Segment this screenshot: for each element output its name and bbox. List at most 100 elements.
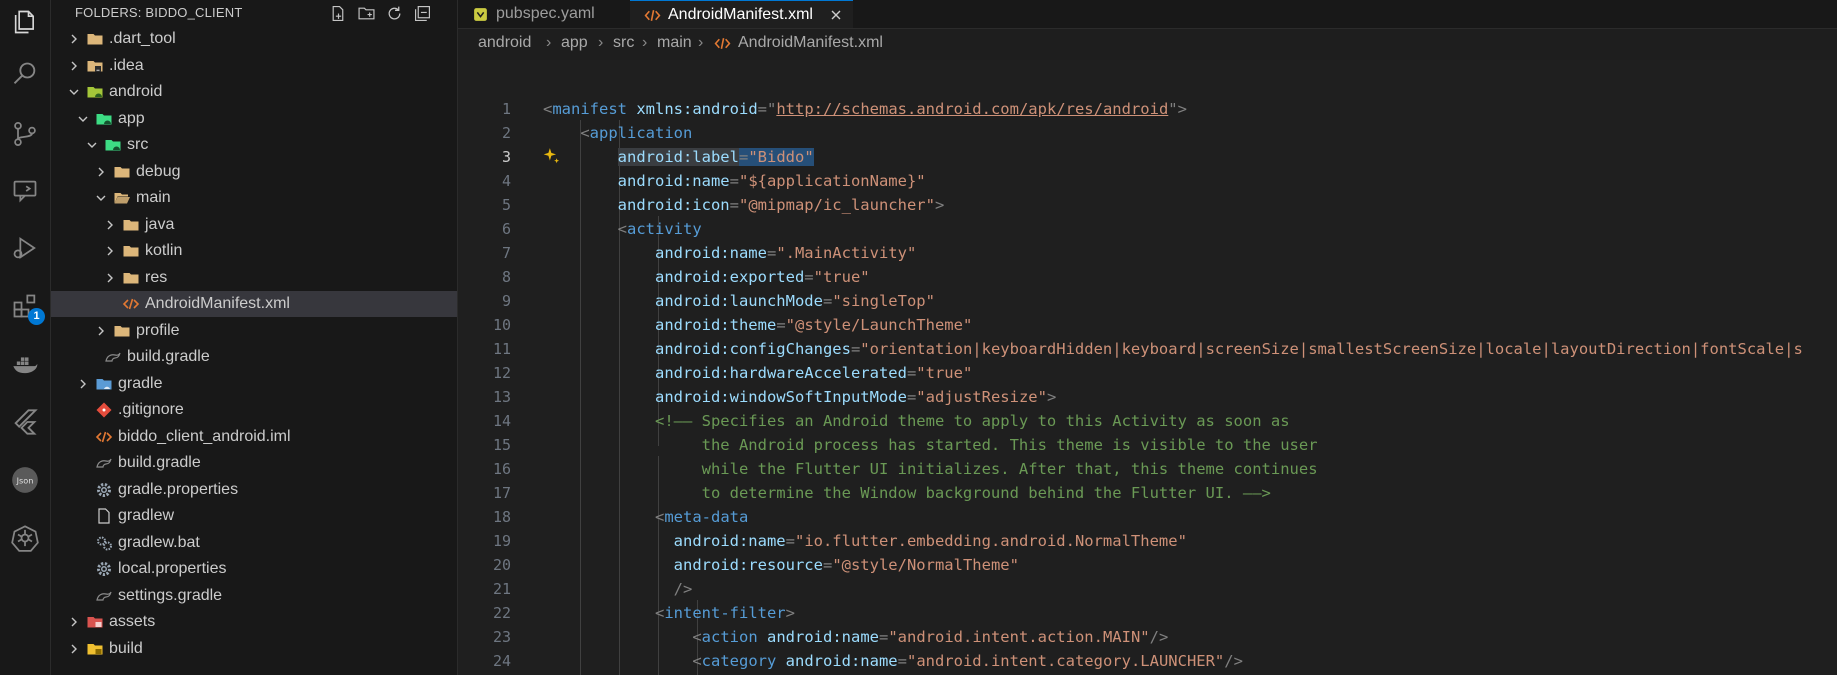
chevron-right-icon[interactable]: [102, 265, 118, 291]
line-number: 20: [492, 556, 511, 574]
chevron-down-icon[interactable]: [93, 185, 109, 211]
chevron-right-icon[interactable]: [66, 53, 82, 79]
folder-icon: [122, 242, 140, 260]
chevron-right-icon[interactable]: [102, 212, 118, 238]
tree-item-build-gradle[interactable]: build.gradle: [51, 450, 457, 476]
chevron-right-icon: ›: [546, 34, 552, 51]
tree-item-profile[interactable]: profile: [51, 318, 457, 344]
tree-item-biddo-client-android-iml[interactable]: biddo_client_android.iml: [51, 424, 457, 450]
tree-item-dart-tool[interactable]: .dart_tool: [51, 26, 457, 52]
code-line-22: <intent-filter>: [654, 604, 795, 622]
line-number: 16: [492, 460, 511, 478]
breadcrumb-item-file[interactable]: AndroidManifest.xml: [721, 30, 883, 56]
tree-item-label: gradle: [118, 374, 163, 392]
tab-pubspec-yaml[interactable]: pubspec.yaml: [458, 0, 631, 28]
editor-tab-bar: pubspec.yaml AndroidManifest.xml: [458, 0, 1837, 29]
docker-icon[interactable]: [5, 345, 45, 385]
tree-item-res[interactable]: res: [51, 265, 457, 291]
line-number: 19: [492, 532, 511, 550]
chevron-right-icon[interactable]: [66, 636, 82, 662]
folder-open-icon: [113, 189, 131, 207]
gradle-icon: [95, 587, 113, 605]
chevron-right-icon: ›: [598, 34, 604, 51]
tab-androidmanifest-xml[interactable]: AndroidManifest.xml: [630, 0, 853, 28]
tree-item-app-build-gradle[interactable]: build.gradle: [51, 344, 457, 370]
new-folder-icon[interactable]: [355, 2, 377, 24]
explorer-sidebar: FOLDERS: BIDDO_CLIENT .dart_tool .idea and…: [51, 0, 458, 675]
tree-item-gradlew[interactable]: gradlew: [51, 503, 457, 529]
chevron-down-icon[interactable]: [66, 79, 82, 105]
search-icon[interactable]: [5, 54, 45, 94]
folder-gradle-icon: [95, 375, 113, 393]
tree-item-gradle[interactable]: gradle: [51, 371, 457, 397]
code-line-23: <action android:name="android.intent.act…: [692, 628, 1169, 646]
tree-item-android[interactable]: android: [51, 79, 457, 105]
tree-item-assets[interactable]: assets: [51, 609, 457, 635]
extensions-icon[interactable]: 1: [5, 286, 45, 326]
gears-icon: [95, 534, 113, 552]
tree-item-build[interactable]: build: [51, 636, 457, 662]
tree-item-gradlew-bat[interactable]: gradlew.bat: [51, 530, 457, 556]
json-icon[interactable]: Json: [5, 460, 45, 500]
chevron-right-icon[interactable]: [66, 609, 82, 635]
tree-item-src[interactable]: src: [51, 132, 457, 158]
tree-item-label: .dart_tool: [109, 30, 176, 47]
tree-item-debug[interactable]: debug: [51, 159, 457, 185]
tree-item-label: app: [118, 109, 145, 127]
gradle-icon: [95, 454, 113, 472]
tree-item-local-properties[interactable]: local.properties: [51, 556, 457, 582]
tree-item-settings-gradle[interactable]: settings.gradle: [51, 583, 457, 609]
code-line-9: android:launchMode="singleTop": [654, 292, 935, 310]
new-file-icon[interactable]: [327, 2, 349, 24]
folder-src-icon: [104, 136, 122, 154]
breadcrumb-item-android[interactable]: android: [478, 30, 531, 56]
tree-item-label: kotlin: [145, 242, 183, 259]
run-debug-icon[interactable]: [5, 228, 45, 268]
source-control-icon[interactable]: [5, 114, 45, 154]
line-number: 11: [492, 340, 511, 358]
tree-item-androidmanifest-xml[interactable]: AndroidManifest.xml: [51, 291, 457, 317]
breadcrumb-item-src[interactable]: src: [613, 30, 634, 56]
close-icon[interactable]: [829, 8, 843, 22]
tree-item-label: build.gradle: [118, 454, 201, 471]
tree-item-main[interactable]: main: [51, 185, 457, 211]
line-number: 23: [492, 628, 511, 646]
explorer-icon[interactable]: [5, 2, 45, 42]
line-number: 3: [501, 148, 511, 166]
tree-item-idea[interactable]: .idea: [51, 53, 457, 79]
code-line-17: to determine the Window background behin…: [701, 484, 1271, 502]
gradle-icon: [104, 348, 122, 366]
chevron-down-icon[interactable]: [84, 132, 100, 158]
remote-explorer-icon[interactable]: [5, 171, 45, 211]
chevron-right-icon[interactable]: [93, 318, 109, 344]
chevron-right-icon[interactable]: [93, 159, 109, 185]
tree-item-java[interactable]: java: [51, 212, 457, 238]
kubernetes-icon[interactable]: [5, 518, 45, 558]
flutter-icon[interactable]: [5, 402, 45, 442]
chevron-right-icon[interactable]: [102, 238, 118, 264]
tree-item-label: main: [136, 189, 171, 206]
tree-item-kotlin[interactable]: kotlin: [51, 238, 457, 264]
breadcrumb-item-app[interactable]: app: [561, 30, 588, 56]
line-number: 9: [501, 292, 511, 310]
folder-icon: [113, 322, 131, 340]
refresh-icon[interactable]: [383, 2, 405, 24]
folder-build-icon: [86, 640, 104, 658]
folder-icon: [122, 216, 140, 234]
tree-item-label: .idea: [109, 56, 144, 74]
breadcrumb-item-main[interactable]: main: [657, 30, 692, 56]
chevron-down-icon[interactable]: [75, 106, 91, 132]
chevron-right-icon: ›: [698, 34, 704, 51]
tree-item-gitignore[interactable]: .gitignore: [51, 397, 457, 423]
collapse-all-icon[interactable]: [411, 2, 433, 24]
code-editor[interactable]: 1 2 3 4 5 6 7 8 9 10 11 12 13 14 15 16 17 18 19 20 21 22 23 24 …: [458, 60, 1837, 675]
folder-android-icon: [86, 83, 104, 101]
chevron-right-icon[interactable]: [75, 371, 91, 397]
sidebar-header: FOLDERS: BIDDO_CLIENT: [51, 0, 457, 26]
line-number: 2: [501, 124, 511, 142]
chevron-right-icon[interactable]: [66, 26, 82, 52]
tree-item-app[interactable]: app: [51, 106, 457, 132]
activity-bar: 1 Json: [0, 0, 51, 675]
line-number: 8: [501, 268, 511, 286]
tree-item-gradle-properties[interactable]: gradle.properties: [51, 477, 457, 503]
